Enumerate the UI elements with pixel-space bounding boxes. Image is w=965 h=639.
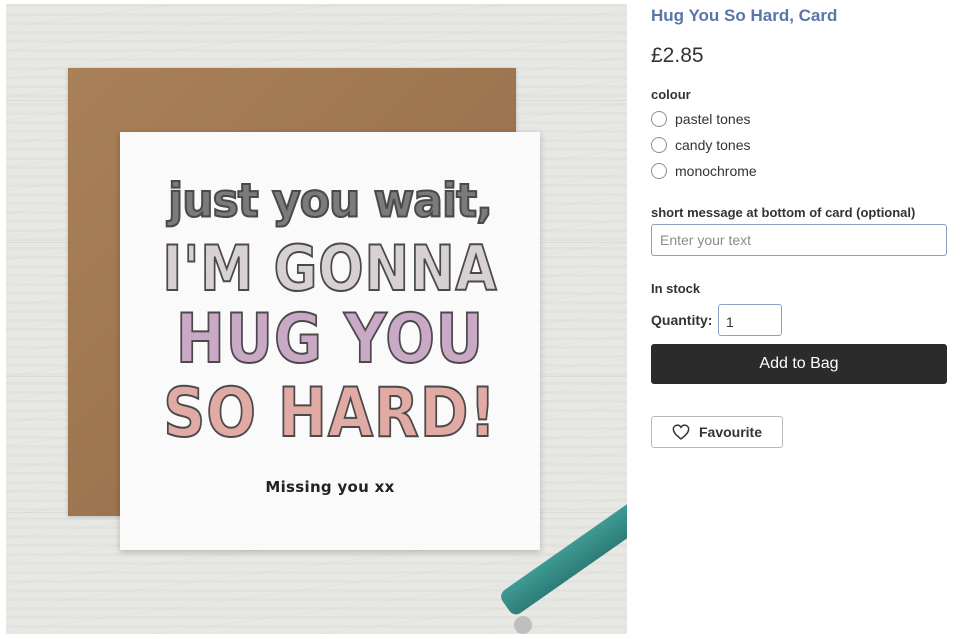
heart-outline-icon (672, 424, 690, 440)
card-line-3: HUG YOU (175, 300, 485, 379)
stock-status: In stock (651, 281, 701, 296)
colour-label: colour (651, 87, 691, 102)
message-input[interactable] (651, 224, 947, 256)
quantity-label: Quantity: (651, 312, 713, 328)
radio-button[interactable] (651, 111, 667, 127)
colour-option-monochrome[interactable]: monochrome (651, 160, 757, 182)
product-image[interactable]: just you wait, I'M GONNA HUG YOU SO HARD… (6, 4, 627, 634)
colour-option-label: pastel tones (675, 111, 751, 127)
colour-option-label: monochrome (675, 163, 757, 179)
product-title: Hug You So Hard, Card (651, 6, 838, 25)
quantity-input[interactable] (718, 304, 782, 336)
product-price: £2.85 (651, 44, 704, 67)
greeting-card: just you wait, I'M GONNA HUG YOU SO HARD… (120, 132, 540, 550)
card-message: Missing you xx (265, 478, 395, 496)
card-line-4: SO HARD! (162, 374, 497, 453)
radio-button[interactable] (651, 137, 667, 153)
pen-tip (514, 616, 532, 634)
add-to-bag-button[interactable]: Add to Bag (651, 344, 947, 384)
card-line-2: I'M GONNA (162, 232, 498, 305)
favourite-label: Favourite (698, 424, 762, 440)
colour-option-label: candy tones (675, 137, 751, 153)
message-field-label: short message at bottom of card (optiona… (651, 205, 916, 220)
favourite-button[interactable]: Favourite (651, 416, 783, 448)
colour-option-pastel-tones[interactable]: pastel tones (651, 108, 751, 130)
colour-option-candy-tones[interactable]: candy tones (651, 134, 751, 156)
radio-button[interactable] (651, 163, 667, 179)
card-line-1: just you wait, (167, 174, 494, 229)
